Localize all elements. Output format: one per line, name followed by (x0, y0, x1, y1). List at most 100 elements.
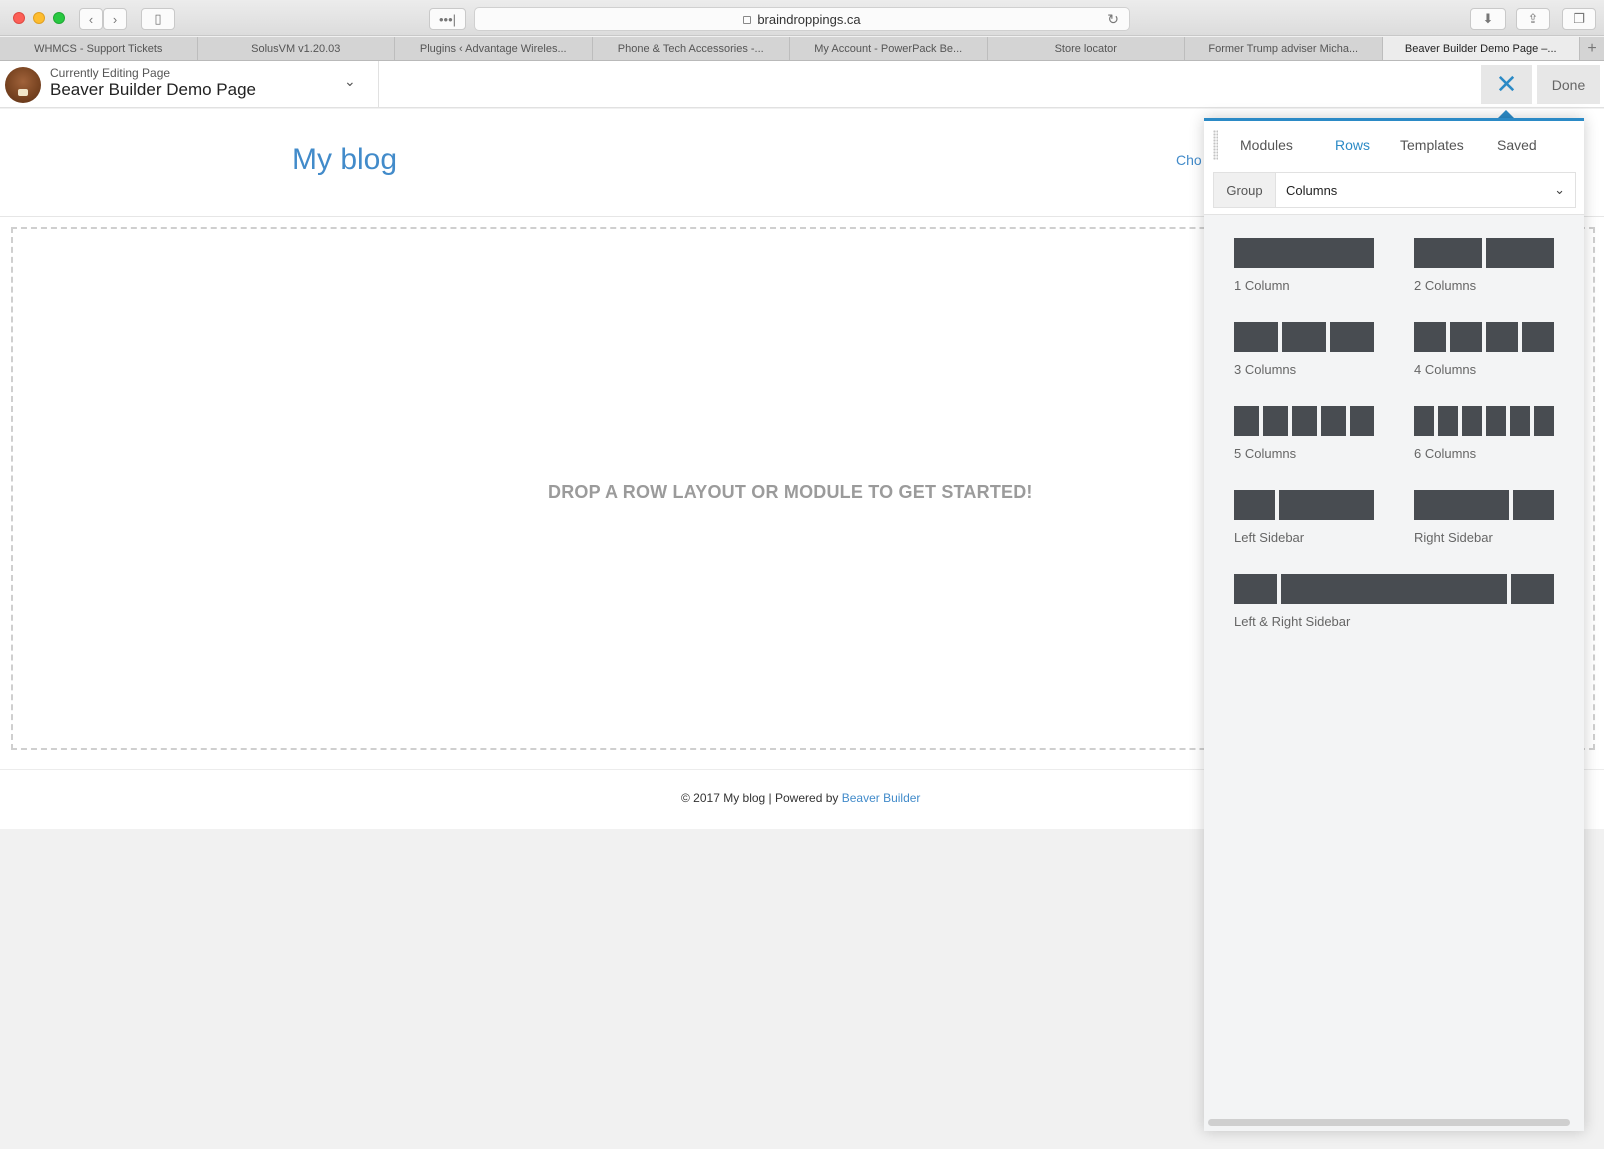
tab-saved[interactable]: Saved (1497, 137, 1537, 153)
column-block (1321, 406, 1346, 436)
layout-label: Left Sidebar (1234, 530, 1305, 545)
layout-preview (1234, 238, 1374, 268)
back-button[interactable]: ‹ (79, 8, 103, 30)
layout-left-sidebar[interactable]: Left Sidebar (1234, 490, 1374, 560)
browser-tab[interactable]: SolusVM v1.20.03 (198, 37, 395, 60)
column-block (1414, 406, 1434, 436)
editing-label: Currently Editing Page (50, 66, 171, 80)
layout-label: Left & Right Sidebar (1234, 614, 1351, 629)
content-panel: Modules Rows Templates Saved Group Colum… (1204, 118, 1584, 1131)
layout-1-column[interactable]: 1 Column (1234, 238, 1374, 308)
layout-preview (1414, 238, 1554, 268)
chevron-down-icon[interactable]: ⌄ (344, 73, 356, 90)
forward-button[interactable]: › (103, 8, 127, 30)
site-title[interactable]: My blog (292, 143, 397, 177)
done-button[interactable]: Done (1537, 65, 1600, 104)
column-block (1486, 322, 1518, 352)
column-block (1462, 406, 1482, 436)
reader-button[interactable]: •••| (429, 8, 466, 30)
column-block (1486, 238, 1554, 268)
close-icon: ✕ (1495, 69, 1518, 99)
browser-tab[interactable]: Phone & Tech Accessories -... (593, 37, 790, 60)
beaver-logo-icon (5, 67, 41, 103)
sidebar-toggle-button[interactable]: ▯ (141, 8, 175, 30)
layout-label: 2 Columns (1414, 278, 1477, 293)
chevron-down-icon: ⌄ (1554, 182, 1565, 197)
column-block (1234, 574, 1277, 604)
close-window-icon[interactable] (13, 12, 25, 24)
layout-label: 5 Columns (1234, 446, 1297, 461)
layout-3-columns[interactable]: 3 Columns (1234, 322, 1374, 392)
tab-modules[interactable]: Modules (1240, 137, 1293, 153)
column-block (1282, 322, 1326, 352)
maximize-window-icon[interactable] (53, 12, 65, 24)
column-block (1513, 490, 1554, 520)
layout-5-columns[interactable]: 5 Columns (1234, 406, 1374, 476)
column-block (1486, 406, 1506, 436)
layout-label: 1 Column (1234, 278, 1290, 293)
layout-4-columns[interactable]: 4 Columns (1414, 322, 1554, 392)
column-block (1281, 574, 1507, 604)
lock-icon (743, 16, 752, 24)
column-block (1450, 322, 1482, 352)
browser-tab[interactable]: Former Trump adviser Micha... (1185, 37, 1383, 60)
column-block (1414, 238, 1482, 268)
tab-templates[interactable]: Templates (1400, 137, 1464, 153)
column-block (1414, 322, 1446, 352)
downloads-button[interactable]: ⬇ (1470, 8, 1506, 30)
browser-tab[interactable]: Beaver Builder Demo Page –... (1382, 37, 1580, 60)
reload-icon[interactable]: ↻ (1107, 11, 1119, 28)
layout-preview (1234, 406, 1374, 436)
layout-preview (1414, 322, 1554, 352)
column-block (1414, 490, 1509, 520)
browser-tab[interactable]: My Account - PowerPack Be... (790, 37, 988, 60)
page-title: Beaver Builder Demo Page (50, 80, 257, 99)
chevron-left-icon: ‹ (88, 11, 94, 27)
browser-tab[interactable]: Plugins ‹ Advantage Wireles... (395, 37, 593, 60)
minimize-window-icon[interactable] (33, 12, 45, 24)
browser-tab[interactable]: Store locator (988, 37, 1185, 60)
layout-preview (1234, 322, 1374, 352)
column-block (1234, 490, 1275, 520)
column-block (1234, 322, 1278, 352)
layout-label: Right Sidebar (1414, 530, 1493, 545)
layout-label: 3 Columns (1234, 362, 1297, 377)
sidebar-icon: ▯ (154, 11, 162, 26)
column-block (1522, 322, 1554, 352)
page-switcher[interactable]: Currently Editing Page Beaver Builder De… (0, 61, 379, 108)
group-filter: Group Columns ⌄ (1213, 172, 1576, 208)
close-panel-button[interactable]: ✕ (1481, 65, 1532, 104)
column-block (1438, 406, 1458, 436)
url-text: braindroppings.ca (757, 11, 861, 27)
column-block (1234, 406, 1259, 436)
drag-handle-icon[interactable] (1213, 130, 1218, 160)
column-block (1350, 406, 1374, 436)
browser-tab[interactable]: WHMCS - Support Tickets (0, 37, 198, 60)
new-tab-icon[interactable]: + (1580, 37, 1604, 60)
layout-6-columns[interactable]: 6 Columns (1414, 406, 1554, 476)
column-block (1534, 406, 1554, 436)
tab-rows[interactable]: Rows (1335, 137, 1370, 153)
column-block (1330, 322, 1374, 352)
layout-preview (1414, 490, 1554, 520)
footer-copyright: © 2017 My blog | Powered by (681, 791, 842, 805)
footer-link[interactable]: Beaver Builder (842, 791, 921, 805)
builder-bar: Currently Editing Page Beaver Builder De… (0, 61, 1604, 108)
header-link[interactable]: Cho (1176, 152, 1202, 168)
chevron-right-icon: › (112, 11, 118, 27)
layout-right-sidebar[interactable]: Right Sidebar (1414, 490, 1554, 560)
tabs-overview-button[interactable]: ❐ (1562, 8, 1596, 30)
layout-2-columns[interactable]: 2 Columns (1414, 238, 1554, 308)
panel-scrollbar[interactable] (1208, 1119, 1570, 1126)
drop-message: DROP A ROW LAYOUT OR MODULE TO GET START… (548, 482, 1033, 502)
panel-header: Modules Rows Templates Saved Group Colum… (1204, 121, 1584, 215)
reader-icon: •••| (438, 11, 457, 27)
layout-left-right-sidebar[interactable]: Left & Right Sidebar (1234, 574, 1554, 644)
download-icon: ⬇ (1482, 11, 1494, 26)
column-block (1511, 574, 1554, 604)
address-bar[interactable]: braindroppings.ca ↻ (474, 7, 1130, 31)
share-button[interactable]: ⇪ (1516, 8, 1550, 30)
browser-titlebar: ‹ › ▯ •••| braindroppings.ca ↻ ⬇ ⇪ ❐ (0, 0, 1604, 36)
column-block (1292, 406, 1317, 436)
group-select[interactable]: Columns ⌄ (1276, 173, 1575, 207)
